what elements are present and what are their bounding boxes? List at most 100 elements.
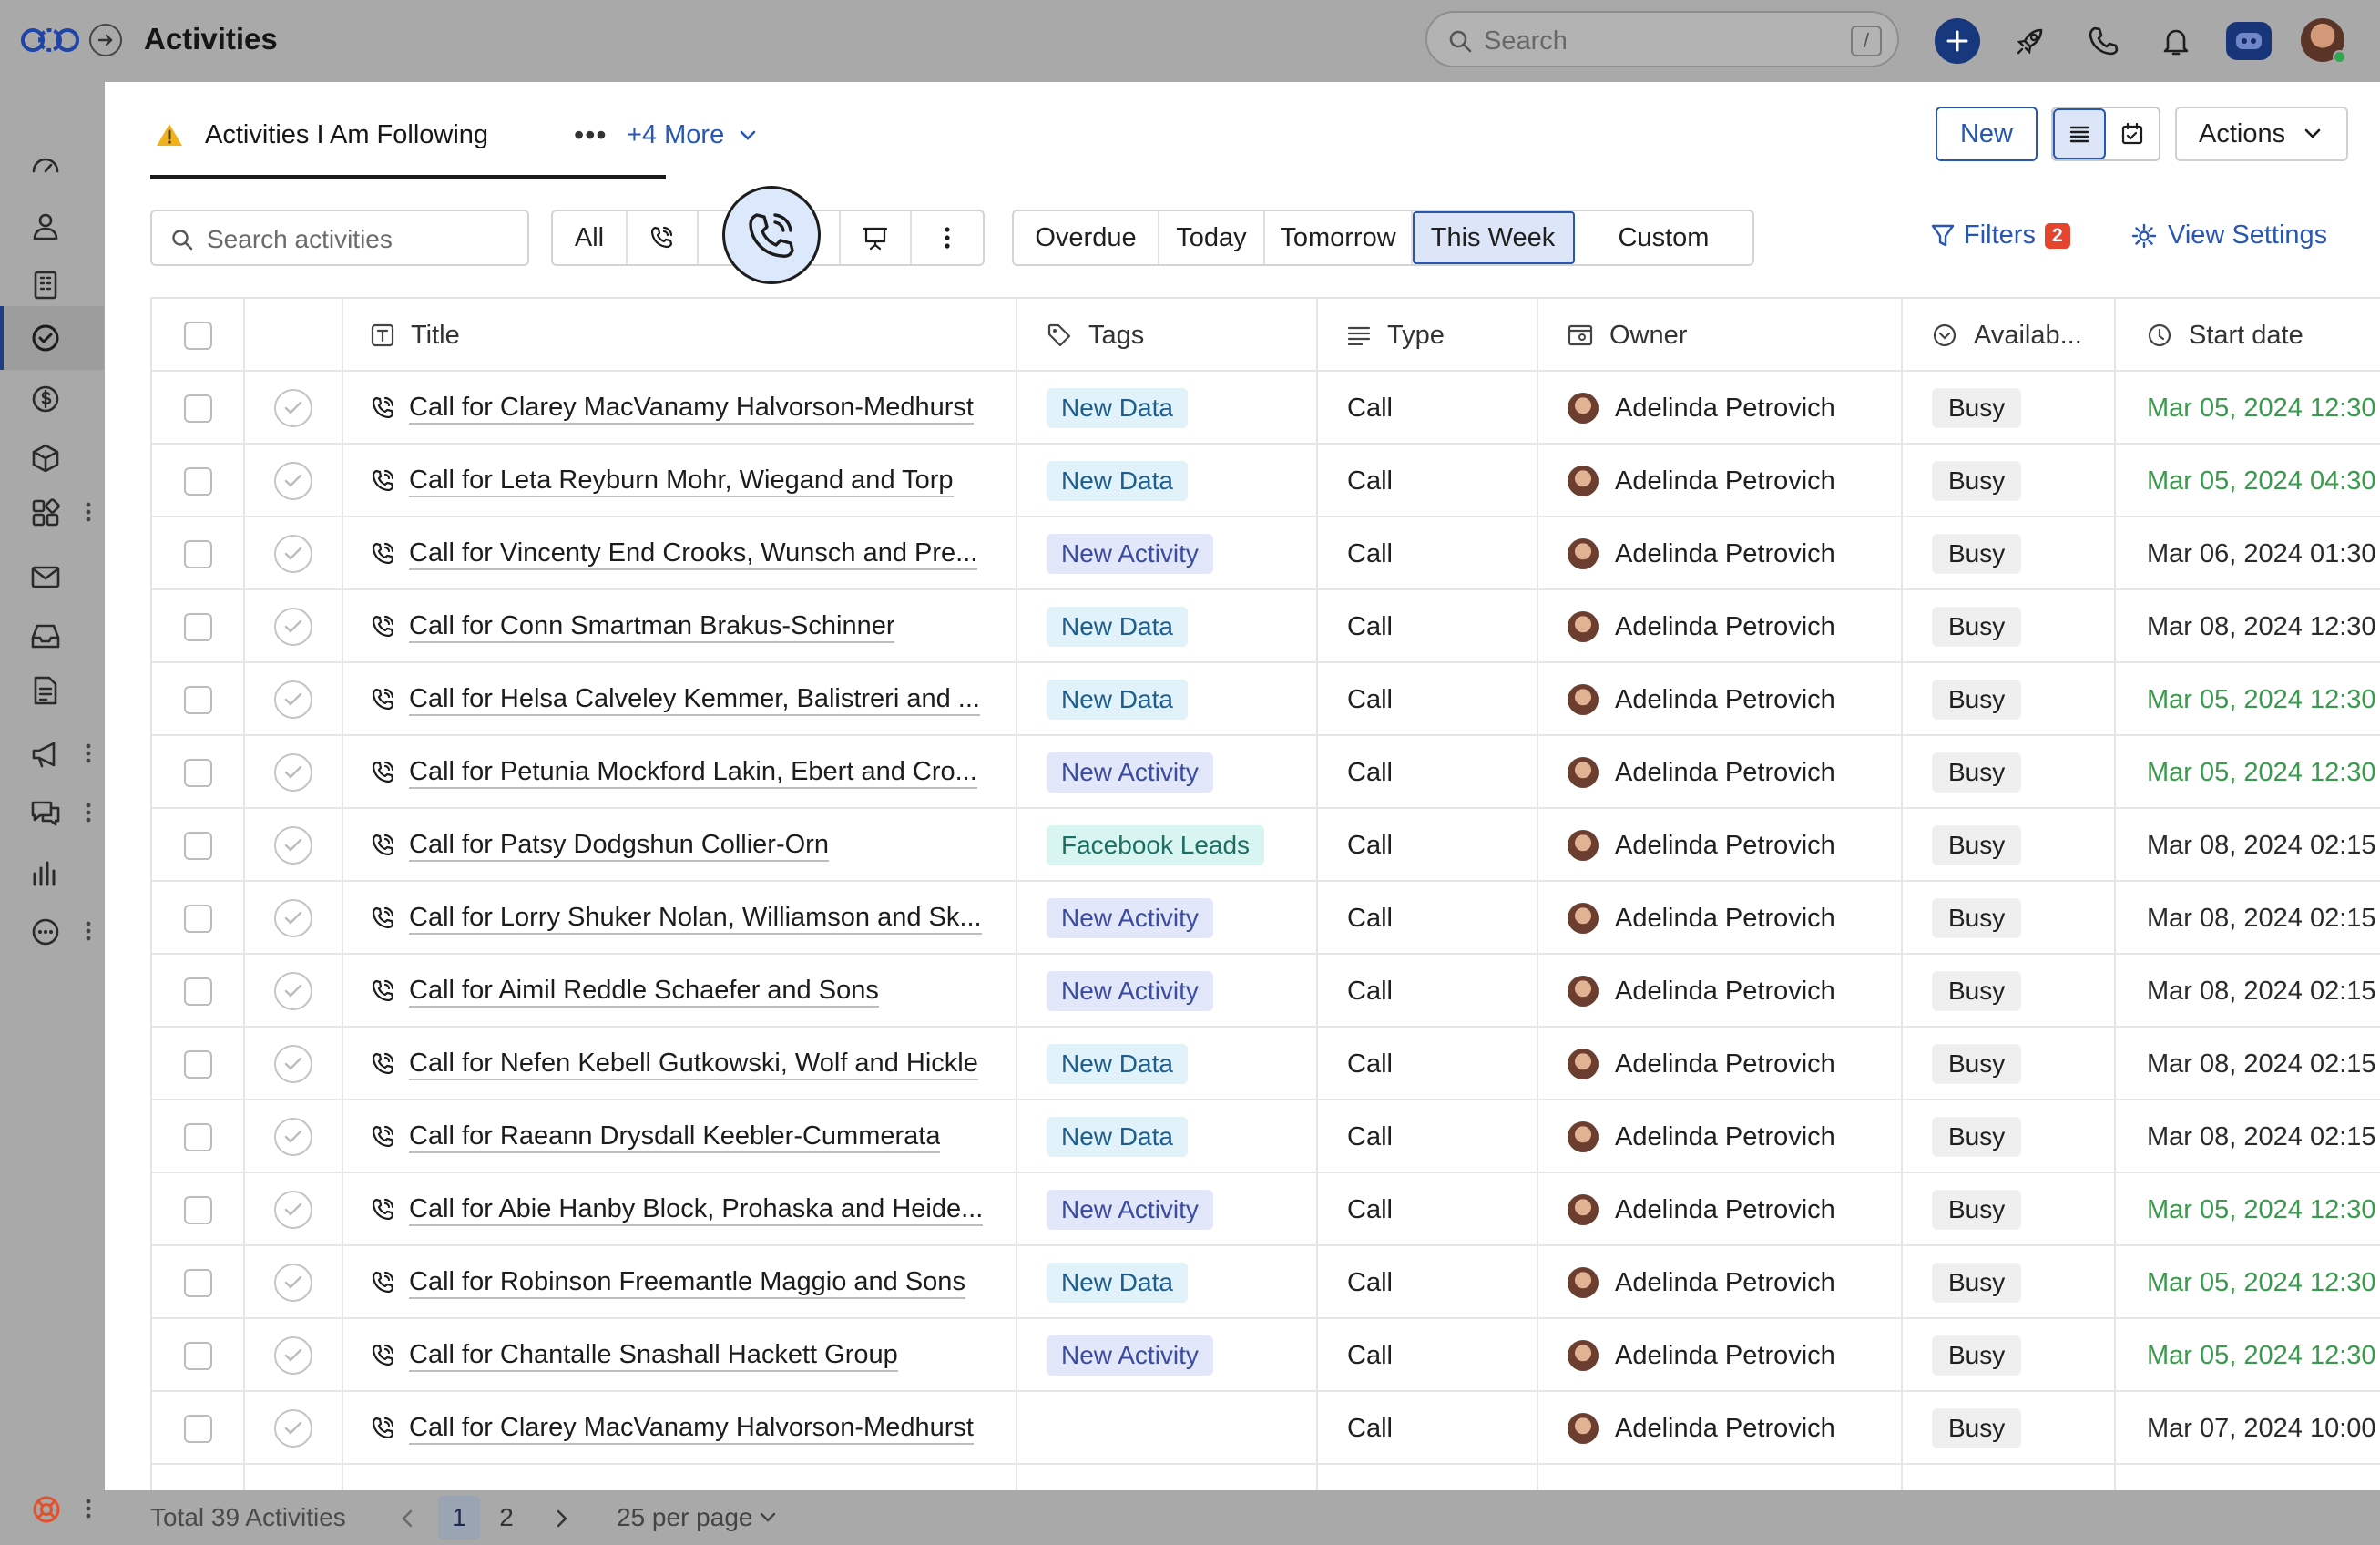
vertical-dots-icon[interactable] (85, 802, 92, 824)
table-row[interactable]: Call for Conn Smartman Brakus-Schinner Ne… (152, 590, 2380, 663)
table-row[interactable]: Call for Helsa Calveley Kemmer, Balistre… (152, 663, 2380, 736)
table-row[interactable]: Call for Vincenty End Crooks, Wunsch and… (152, 517, 2380, 590)
activity-title-link[interactable]: Call for Aimil Reddle Schaefer and Sons (409, 975, 879, 1008)
owner-name[interactable]: Adelinda Petrovich (1615, 394, 1835, 424)
mark-done-button[interactable] (274, 1045, 312, 1083)
date-filter-custom[interactable]: Custom (1575, 211, 1752, 264)
sidebar-item-deals[interactable] (0, 367, 104, 431)
date-filter-this-week[interactable]: This Week (1413, 211, 1575, 264)
row-checkbox[interactable] (183, 1049, 212, 1079)
mark-done-button[interactable] (274, 826, 312, 865)
search-activities-input[interactable]: Search activities (150, 210, 529, 266)
owner-name[interactable]: Adelinda Petrovich (1615, 758, 1835, 788)
mark-done-button[interactable] (274, 1409, 312, 1448)
tag-badge[interactable]: New Data (1047, 1263, 1188, 1303)
date-filter-overdue[interactable]: Overdue (1014, 211, 1159, 264)
sidebar-item-documents[interactable] (0, 659, 104, 722)
per-page-dropdown[interactable]: 25 per page (617, 1503, 776, 1532)
tag-badge[interactable]: New Activity (1047, 752, 1213, 793)
mark-done-button[interactable] (274, 1336, 312, 1375)
column-header-type[interactable]: Type (1318, 299, 1538, 372)
vertical-dots-icon[interactable] (85, 920, 92, 942)
help-lifebuoy-icon[interactable] (31, 1494, 62, 1525)
filters-button[interactable]: Filters 2 (1931, 220, 2070, 251)
row-checkbox[interactable] (183, 1414, 212, 1443)
activity-title-link[interactable]: Call for Vincenty End Crooks, Wunsch and… (409, 537, 978, 570)
row-checkbox[interactable] (183, 904, 212, 933)
ai-assistant-button[interactable] (2226, 22, 2272, 60)
tag-badge[interactable]: New Activity (1047, 971, 1213, 1011)
tag-badge[interactable]: New Activity (1047, 1335, 1213, 1376)
tag-badge[interactable]: New Activity (1047, 1190, 1213, 1230)
owner-name[interactable]: Adelinda Petrovich (1615, 1049, 1835, 1079)
sidebar-item-apps[interactable] (0, 481, 104, 545)
column-header-title[interactable]: Title (343, 299, 1017, 372)
sidebar-item-activities[interactable] (0, 306, 104, 370)
tag-badge[interactable]: New Activity (1047, 534, 1213, 574)
activity-title-link[interactable]: Call for Clarey MacVanamy Halvorson-Medh… (409, 392, 974, 425)
owner-name[interactable]: Adelinda Petrovich (1615, 466, 1835, 496)
row-checkbox[interactable] (183, 977, 212, 1006)
global-search-input[interactable]: Search / (1425, 11, 1899, 67)
tag-badge[interactable]: New Data (1047, 680, 1188, 720)
prev-page-button[interactable] (401, 1509, 414, 1529)
mark-done-button[interactable] (274, 899, 312, 937)
activity-title-link[interactable]: Call for Patsy Dodgshun Collier-Orn (409, 829, 829, 862)
actions-dropdown[interactable]: Actions (2175, 107, 2348, 161)
activity-title-link[interactable]: Call for Petunia Mockford Lakin, Ebert a… (409, 756, 977, 789)
row-checkbox[interactable] (183, 539, 212, 568)
column-header-owner[interactable]: Owner (1538, 299, 1903, 372)
mark-done-button[interactable] (274, 1191, 312, 1229)
owner-name[interactable]: Adelinda Petrovich (1615, 1341, 1835, 1371)
tag-badge[interactable]: New Data (1047, 461, 1188, 501)
type-presentation-button[interactable] (841, 211, 912, 264)
owner-name[interactable]: Adelinda Petrovich (1615, 539, 1835, 569)
owner-name[interactable]: Adelinda Petrovich (1615, 1414, 1835, 1444)
date-filter-today[interactable]: Today (1159, 211, 1265, 264)
owner-name[interactable]: Adelinda Petrovich (1615, 1122, 1835, 1152)
row-checkbox[interactable] (183, 1195, 212, 1224)
owner-name[interactable]: Adelinda Petrovich (1615, 685, 1835, 715)
activity-title-link[interactable]: Call for Abie Hanby Block, Prohaska and … (409, 1193, 984, 1226)
rocket-button[interactable] (2007, 18, 2053, 64)
owner-name[interactable]: Adelinda Petrovich (1615, 1195, 1835, 1225)
tag-badge[interactable]: New Data (1047, 607, 1188, 647)
call-type-highlight[interactable] (722, 186, 821, 284)
owner-name[interactable]: Adelinda Petrovich (1615, 1268, 1835, 1298)
table-row[interactable]: Call for Aimil Reddle Schaefer and Sons N… (152, 955, 2380, 1028)
row-checkbox[interactable] (183, 685, 212, 714)
owner-name[interactable]: Adelinda Petrovich (1615, 904, 1835, 934)
tag-badge[interactable]: New Data (1047, 388, 1188, 428)
tag-badge[interactable]: New Data (1047, 1044, 1188, 1084)
type-more-button[interactable] (912, 211, 983, 264)
sidebar-item-contacts[interactable] (0, 194, 104, 258)
table-row[interactable]: Call for Clarey MacVanamy Halvorson-Medh… (152, 372, 2380, 445)
table-row[interactable]: Call for Raeann Drysdall Keebler-Cummera… (152, 1100, 2380, 1173)
table-row[interactable]: Call for Petunia Mockford Lakin, Ebert a… (152, 736, 2380, 809)
row-checkbox[interactable] (183, 1341, 212, 1370)
list-view-button[interactable] (2053, 108, 2107, 159)
date-filter-tomorrow[interactable]: Tomorrow (1265, 211, 1413, 264)
table-row[interactable]: Call for Abie Hanby Block, Prohaska and … (152, 1173, 2380, 1246)
row-checkbox[interactable] (183, 1122, 212, 1151)
activity-title-link[interactable]: Call for Clarey MacVanamy Halvorson-Medh… (409, 1412, 974, 1445)
next-page-button[interactable] (556, 1509, 568, 1529)
mark-done-button[interactable] (274, 462, 312, 500)
column-header-availability[interactable]: Availab... (1903, 299, 2116, 372)
table-row[interactable]: Call for Lorry Shuker Nolan, Williamson … (152, 882, 2380, 955)
tag-badge[interactable]: New Activity (1047, 898, 1213, 938)
more-views-dropdown[interactable]: +4 More (627, 120, 757, 150)
row-checkbox[interactable] (183, 612, 212, 641)
quick-add-button[interactable] (1935, 18, 1980, 64)
select-all-checkbox[interactable] (183, 321, 212, 350)
sidebar-item-email[interactable] (0, 545, 104, 609)
table-row[interactable]: Call for Nefen Kebell Gutkowski, Wolf an… (152, 1028, 2380, 1100)
phone-button[interactable] (2080, 18, 2126, 64)
activity-title-link[interactable]: Call for Raeann Drysdall Keebler-Cummera… (409, 1120, 941, 1153)
table-row[interactable]: Call for Patsy Dodgshun Collier-Orn Faceb… (152, 809, 2380, 882)
activity-title-link[interactable]: Call for Robinson Freemantle Maggio and … (409, 1266, 965, 1299)
mark-done-button[interactable] (274, 680, 312, 719)
table-row[interactable]: Call for Robinson Freemantle Maggio and … (152, 1246, 2380, 1319)
activity-title-link[interactable]: Call for Chantalle Snashall Hackett Grou… (409, 1339, 898, 1372)
mark-done-button[interactable] (274, 1118, 312, 1156)
